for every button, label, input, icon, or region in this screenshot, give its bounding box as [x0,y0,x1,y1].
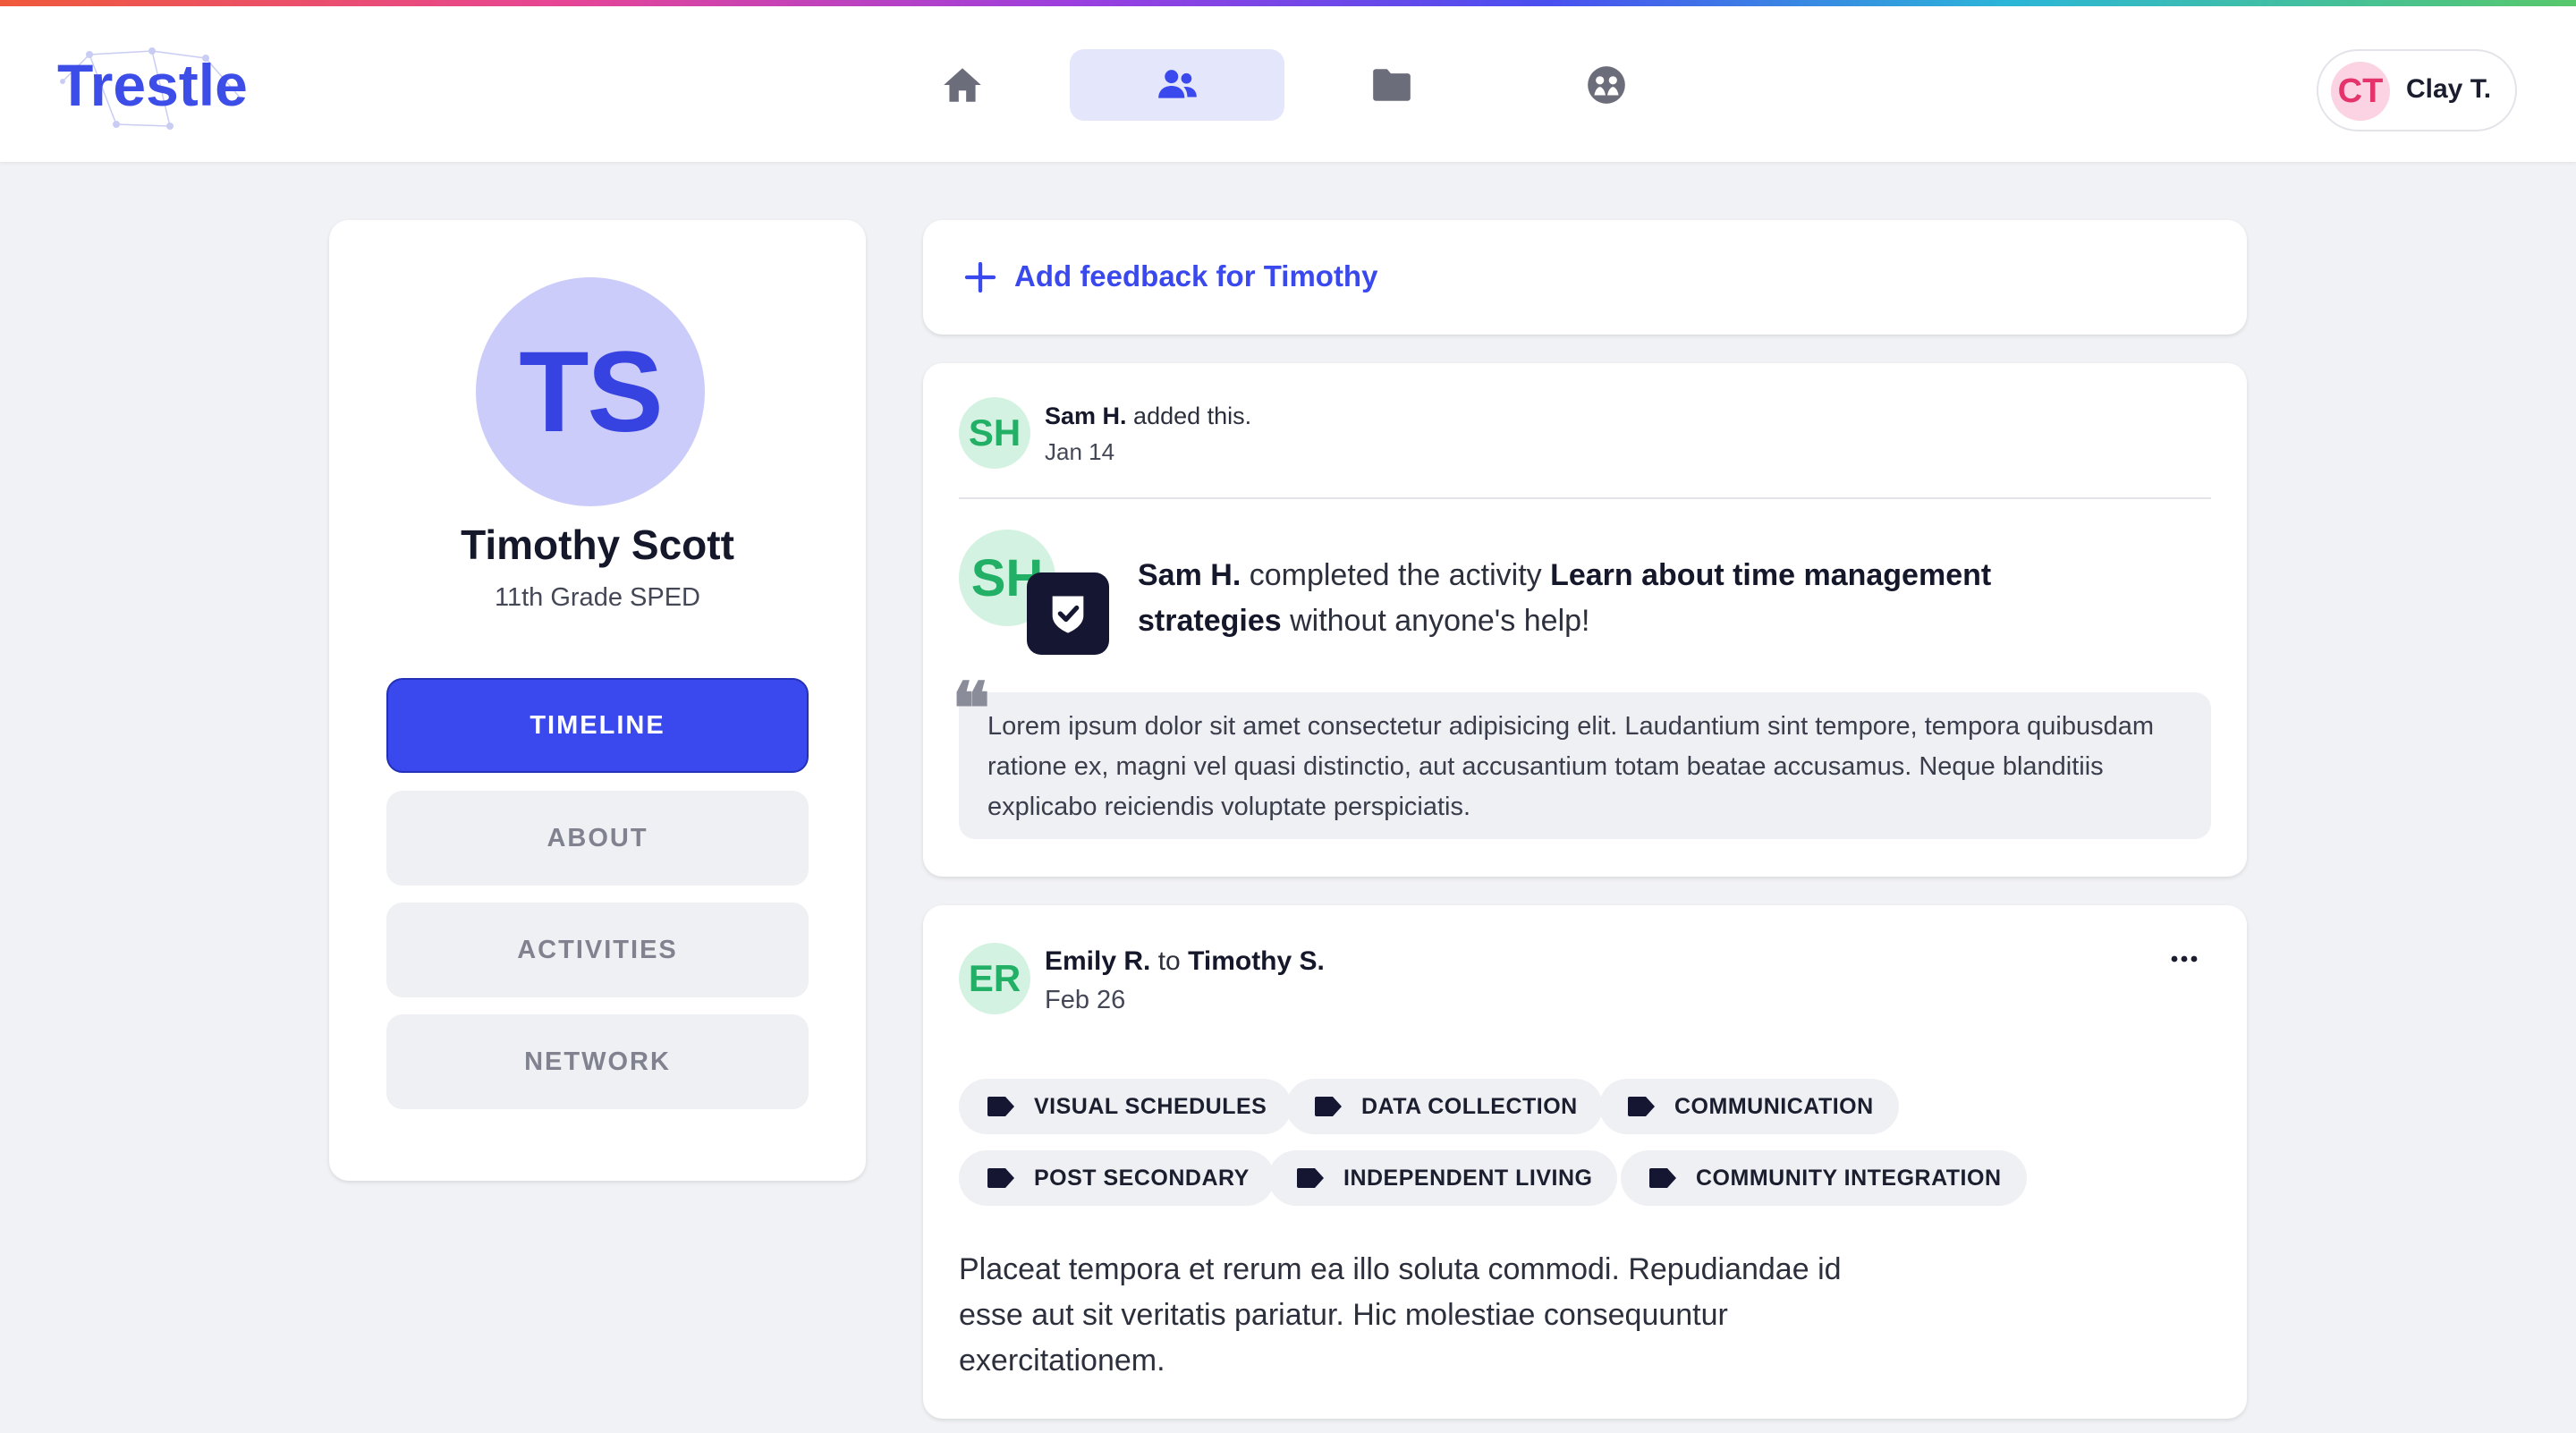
tag-label: DATA COLLECTION [1361,1093,1578,1119]
top-header: Trestle CT Clay T. [0,6,2576,162]
community-icon [1588,66,1625,104]
shield-check-icon [1052,596,1084,633]
trestle-logo[interactable]: Trestle [54,46,268,135]
recipient-name[interactable]: Timothy S. [1188,946,1325,976]
tag-label: COMMUNICATION [1674,1093,1874,1119]
post-date: Feb 26 [1045,986,1126,1014]
divider [959,497,2211,499]
tag-icon [1315,1097,1342,1116]
activity-description: Sam H. completed the activity Learn abou… [1138,558,1992,638]
nav-community[interactable] [1499,49,1714,121]
tag-label: POST SECONDARY [1034,1165,1250,1191]
nav-people[interactable] [1070,49,1284,121]
student-name: Timothy Scott [461,521,734,568]
feedback-post: ER Emily R. to Timothy S. Feb 26 VISUAL … [923,905,2247,1419]
author-avatar: ER [959,943,1030,1014]
nav-folder[interactable] [1284,49,1499,121]
add-feedback-button[interactable]: Add feedback for Timothy [1014,259,1377,293]
plus-icon [964,261,996,293]
tag-chip[interactable]: COMMUNITY INTEGRATION [1621,1150,2027,1206]
student-profile-card: TS Timothy Scott 11th Grade SPED TIMELIN… [329,220,866,1181]
author-name[interactable]: Emily R. [1045,946,1150,976]
quote-block: Lorem ipsum dolor sit amet consectetur a… [959,692,2211,839]
tag-chip[interactable]: INDEPENDENT LIVING [1268,1150,1618,1206]
tag-chip[interactable]: POST SECONDARY [959,1150,1275,1206]
post-date: Jan 14 [1045,438,1115,465]
post-meta: Emily R. to Timothy S. [1045,946,1325,976]
student-grade: 11th Grade SPED [495,583,700,612]
user-name: Clay T. [2406,74,2492,104]
tab-network[interactable]: NETWORK [386,1014,809,1109]
folder-icon [1373,69,1411,101]
home-icon [944,68,981,102]
author-name[interactable]: Sam H. [1045,403,1127,429]
tag-icon [987,1097,1014,1116]
tab-timeline[interactable]: TIMELINE [386,678,809,773]
tag-icon [1297,1168,1324,1188]
tag-chip[interactable]: DATA COLLECTION [1286,1079,1603,1134]
author-avatar: SH [959,397,1030,469]
more-options-icon[interactable] [2166,952,2202,966]
user-avatar: CT [2331,62,2390,121]
people-icon [1158,70,1197,98]
tab-about[interactable]: ABOUT [386,791,809,886]
feedback-body: Placeat tempora et rerum ea illo soluta … [959,1252,1842,1378]
quote-icon: ❝ [952,666,991,750]
nav-home[interactable] [855,49,1070,121]
tab-activities[interactable]: ACTIVITIES [386,903,809,997]
tag-icon [1628,1097,1655,1116]
completed-badge [1027,572,1109,655]
tag-chip[interactable]: COMMUNICATION [1599,1079,1899,1134]
tag-chip[interactable]: VISUAL SCHEDULES [959,1079,1292,1134]
quote-text: Lorem ipsum dolor sit amet consectetur a… [987,712,2155,821]
student-avatar: TS [476,277,705,506]
tag-label: INDEPENDENT LIVING [1343,1165,1593,1191]
activity-post: SH Sam H. added this. Jan 14 SH Sam H. c… [923,363,2247,877]
tag-icon [1649,1168,1676,1188]
app-name: Trestle [57,52,248,118]
user-menu-button[interactable]: CT Clay T. [2317,49,2517,131]
tag-label: VISUAL SCHEDULES [1034,1093,1267,1119]
add-feedback-card[interactable]: Add feedback for Timothy [923,220,2247,335]
accent-gradient-bar [0,0,2576,6]
tag-icon [987,1168,1014,1188]
tag-label: COMMUNITY INTEGRATION [1696,1165,2002,1191]
post-meta: Sam H. added this. [1045,403,1252,429]
